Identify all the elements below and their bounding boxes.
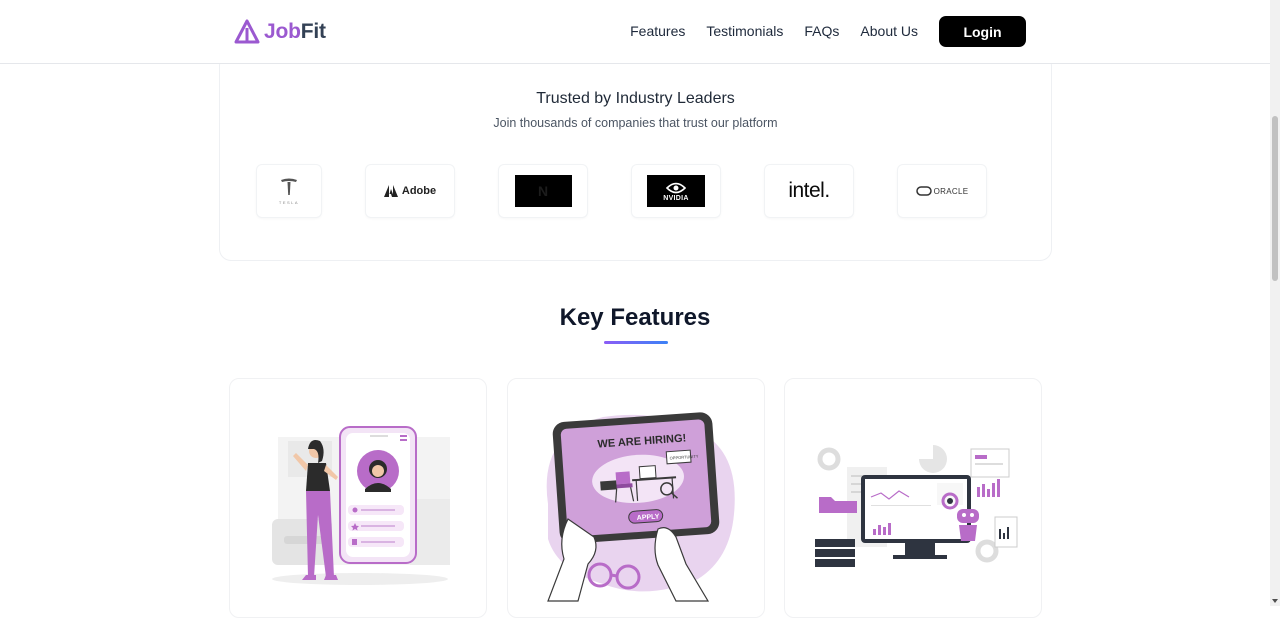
oracle-wordmark: ORACLE bbox=[933, 186, 969, 196]
netflix-wordmark: N bbox=[537, 183, 549, 199]
triangle-logo-icon bbox=[234, 19, 260, 44]
brand-name-job: Job bbox=[264, 20, 301, 43]
nav-link-testimonials[interactable]: Testimonials bbox=[706, 16, 783, 47]
nav-link-faqs[interactable]: FAQs bbox=[804, 16, 839, 47]
intel-logo: intel. bbox=[788, 179, 830, 202]
feature-card-analytics[interactable] bbox=[784, 378, 1042, 618]
key-features-heading: Key Features bbox=[559, 304, 711, 331]
nvidia-logo-card: NVIDIA bbox=[631, 164, 721, 218]
feature-card-profile[interactable] bbox=[229, 378, 487, 618]
scroll-down-arrow-icon[interactable] bbox=[1272, 599, 1278, 603]
tesla-wordmark: TESLA bbox=[278, 200, 300, 205]
brand-name-fit: Fit bbox=[300, 20, 326, 43]
login-button[interactable]: Login bbox=[939, 16, 1026, 47]
oracle-ring-icon bbox=[915, 186, 932, 196]
nav-link-about[interactable]: About Us bbox=[860, 16, 918, 47]
hiring-illustration: WE ARE HIRING! OPPORTUNITY APPLY bbox=[546, 412, 735, 602]
adobe-a-icon bbox=[383, 185, 398, 197]
nav-link-features[interactable]: Features bbox=[630, 16, 685, 47]
tesla-logo-card: TESLA bbox=[256, 164, 322, 218]
adobe-logo-card: Adobe bbox=[365, 164, 455, 218]
trusted-subtitle: Join thousands of companies that trust o… bbox=[493, 116, 778, 130]
profile-illustration bbox=[272, 426, 450, 585]
oracle-logo-card: ORACLE bbox=[897, 164, 987, 218]
netflix-logo-card: N bbox=[498, 164, 588, 218]
nvidia-wordmark: NVIDIA bbox=[663, 194, 689, 202]
adobe-wordmark: Adobe bbox=[401, 185, 437, 197]
intel-logo-card: intel. bbox=[764, 164, 854, 218]
site-header: JobFit Features Testimonials FAQs About … bbox=[0, 0, 1270, 64]
trusted-title: Trusted by Industry Leaders bbox=[536, 90, 735, 107]
heading-underline bbox=[604, 341, 668, 344]
trusted-by-section: Trusted by Industry Leaders Join thousan… bbox=[219, 54, 1052, 261]
netflix-logo: N bbox=[514, 175, 572, 207]
brand-logo[interactable]: JobFit bbox=[234, 18, 326, 46]
oracle-logo: ORACLE bbox=[915, 186, 969, 196]
page-scrollbar[interactable] bbox=[1270, 0, 1280, 606]
scrollbar-thumb[interactable] bbox=[1272, 116, 1278, 281]
adobe-logo: Adobe bbox=[383, 185, 437, 197]
analytics-illustration bbox=[815, 445, 1018, 567]
tesla-t-icon bbox=[280, 178, 297, 195]
brand-name: JobFit bbox=[264, 18, 326, 46]
nvidia-eye-icon bbox=[666, 182, 686, 193]
main-nav: Features Testimonials FAQs About Us Logi… bbox=[630, 16, 1026, 47]
feature-card-hiring[interactable]: WE ARE HIRING! OPPORTUNITY APPLY bbox=[507, 378, 765, 618]
nvidia-logo: NVIDIA bbox=[647, 175, 705, 207]
tesla-logo: TESLA bbox=[279, 177, 299, 205]
